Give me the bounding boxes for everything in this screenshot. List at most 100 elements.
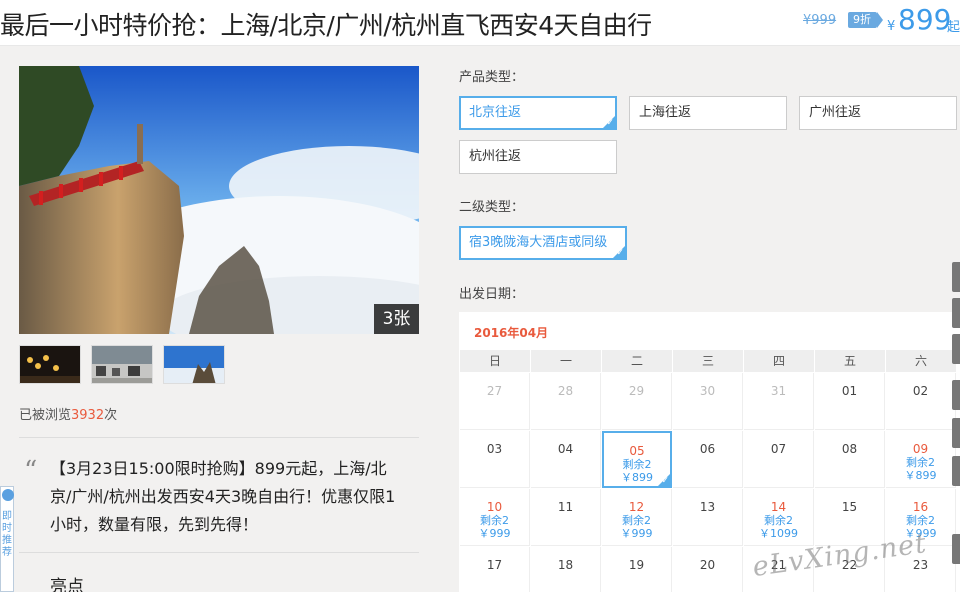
side-scroll-tab[interactable] bbox=[952, 298, 960, 328]
product-description: 【3月23日15:00限时抢购】899元起，上海/北京/广州/杭州出发西安4天3… bbox=[50, 459, 396, 534]
day-price: ￥1099 bbox=[759, 527, 798, 540]
option-hangzhou-roundtrip[interactable]: 杭州往返 bbox=[459, 140, 617, 174]
mountain-peak-thumbnail bbox=[164, 346, 224, 383]
weekday-header: 一 bbox=[531, 350, 601, 372]
day-price: ￥899 bbox=[904, 469, 937, 482]
calendar-day[interactable]: 07 bbox=[744, 431, 814, 488]
quote-mark: “ bbox=[24, 456, 38, 486]
day-price: ￥899 bbox=[621, 471, 653, 484]
day-number: 03 bbox=[486, 442, 503, 456]
option-hotel-package[interactable]: 宿3晚陇海大酒店或同级 ✓ bbox=[459, 226, 627, 260]
page-title: 最后一小时特价抢：上海/北京/广州/杭州直飞西安4天自由行 bbox=[0, 11, 652, 40]
calendar-day[interactable]: 11 bbox=[531, 489, 601, 546]
day-number: 08 bbox=[841, 442, 858, 456]
thumbnail-3[interactable] bbox=[163, 345, 225, 384]
day-price: ￥999 bbox=[478, 527, 511, 540]
remaining-stock: 剩余2 bbox=[764, 514, 793, 527]
remaining-stock: 剩余2 bbox=[622, 514, 651, 527]
product-type-label: 产品类型： bbox=[459, 70, 525, 85]
day-number: 16 bbox=[912, 500, 929, 514]
calendar-day[interactable]: 17 bbox=[460, 547, 530, 592]
calendar-day[interactable]: 09 剩余2 ￥899 bbox=[886, 431, 956, 488]
remaining-stock: 剩余2 bbox=[906, 456, 935, 469]
main-photo[interactable]: 3张 bbox=[19, 66, 419, 334]
calendar-month: 2016年04月 bbox=[474, 326, 549, 340]
view-counter: 已被浏览3932次 bbox=[19, 404, 117, 423]
weekday-header: 二 bbox=[602, 350, 672, 372]
weekday-header: 六 bbox=[886, 350, 956, 372]
currency-symbol: ¥ bbox=[887, 19, 896, 34]
highlights-heading: 亮点 bbox=[50, 577, 84, 592]
side-recommend-tab[interactable]: 即时推荐 bbox=[0, 486, 14, 592]
chat-icon bbox=[2, 489, 14, 501]
views-count: 3932 bbox=[71, 408, 105, 423]
side-scroll-tab[interactable] bbox=[952, 534, 960, 564]
option-beijing-roundtrip[interactable]: 北京往返 ✓ bbox=[459, 96, 617, 130]
side-tab-label: 即时推荐 bbox=[2, 511, 12, 558]
day-number: 17 bbox=[486, 558, 503, 572]
day-number: 28 bbox=[557, 384, 574, 398]
option-label: 杭州往返 bbox=[469, 149, 522, 164]
night-lanterns-thumbnail bbox=[20, 346, 80, 383]
calendar-day[interactable]: 18 bbox=[531, 547, 601, 592]
calendar-day[interactable]: 04 bbox=[531, 431, 601, 488]
day-number: 14 bbox=[770, 500, 787, 514]
remaining-stock: 剩余2 bbox=[480, 514, 509, 527]
secondary-type-label: 二级类型： bbox=[459, 200, 525, 215]
day-number: 07 bbox=[770, 442, 787, 456]
day-number: 13 bbox=[699, 500, 716, 514]
day-number: 05 bbox=[629, 444, 645, 458]
calendar-day: 31 bbox=[744, 373, 814, 430]
option-label: 宿3晚陇海大酒店或同级 bbox=[469, 235, 608, 250]
photo-count-badge[interactable]: 3张 bbox=[374, 304, 419, 334]
calendar-day: 30 bbox=[673, 373, 743, 430]
calendar-day[interactable]: 14 剩余2 ￥1099 bbox=[744, 489, 814, 546]
calendar-day: 28 bbox=[531, 373, 601, 430]
side-scroll-tab[interactable] bbox=[952, 456, 960, 486]
calendar-day[interactable]: 20 bbox=[673, 547, 743, 592]
calendar-day[interactable]: 06 bbox=[673, 431, 743, 488]
calendar-day: 29 bbox=[602, 373, 672, 430]
calendar-day[interactable]: 01 bbox=[815, 373, 885, 430]
weekday-header: 五 bbox=[815, 350, 885, 372]
side-scroll-tab[interactable] bbox=[952, 334, 960, 364]
calendar-day[interactable]: 10 剩余2 ￥999 bbox=[460, 489, 530, 546]
calendar-day[interactable]: 13 bbox=[673, 489, 743, 546]
divider bbox=[19, 552, 419, 553]
remaining-stock: 剩余2 bbox=[906, 514, 935, 527]
current-price: 899 bbox=[898, 3, 952, 36]
weekday-header: 日 bbox=[460, 350, 530, 372]
check-icon: ✓ bbox=[606, 118, 614, 128]
weekday-header: 三 bbox=[673, 350, 743, 372]
calendar-day[interactable]: 12 剩余2 ￥999 bbox=[602, 489, 672, 546]
day-number: 01 bbox=[841, 384, 858, 398]
side-scroll-tab[interactable] bbox=[952, 380, 960, 410]
day-number: 31 bbox=[770, 384, 787, 398]
day-number: 02 bbox=[912, 384, 929, 398]
calendar-day[interactable]: 03 bbox=[460, 431, 530, 488]
calendar-day[interactable]: 19 bbox=[602, 547, 672, 592]
day-price: ￥999 bbox=[620, 527, 653, 540]
views-suffix: 次 bbox=[104, 408, 118, 423]
calendar-day[interactable]: 02 bbox=[886, 373, 956, 430]
day-number: 06 bbox=[699, 442, 716, 456]
side-scroll-tab[interactable] bbox=[952, 418, 960, 448]
calendar-day[interactable]: 08 bbox=[815, 431, 885, 488]
day-number: 29 bbox=[628, 384, 645, 398]
thumbnail-1[interactable] bbox=[19, 345, 81, 384]
day-number: 19 bbox=[628, 558, 645, 572]
option-guangzhou-roundtrip[interactable]: 广州往返 bbox=[799, 96, 957, 130]
thumbnail-2[interactable] bbox=[91, 345, 153, 384]
day-number: 15 bbox=[841, 500, 858, 514]
option-label: 上海往返 bbox=[639, 105, 692, 120]
day-number: 09 bbox=[912, 442, 929, 456]
weekday-header: 四 bbox=[744, 350, 814, 372]
option-shanghai-roundtrip[interactable]: 上海往返 bbox=[629, 96, 787, 130]
day-number: 27 bbox=[486, 384, 503, 398]
check-icon: ✓ bbox=[616, 248, 624, 258]
side-scroll-tab[interactable] bbox=[952, 262, 960, 292]
day-number: 30 bbox=[699, 384, 716, 398]
divider bbox=[19, 437, 419, 438]
departure-date-label: 出发日期： bbox=[459, 287, 525, 302]
calendar-day[interactable]: 05 剩余2 ￥899 ✓ bbox=[602, 431, 672, 488]
